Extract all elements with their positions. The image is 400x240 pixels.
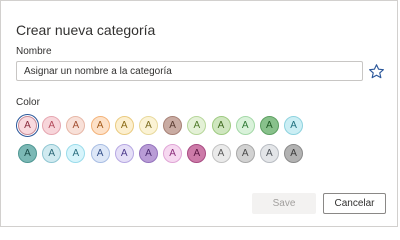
swatch-letter: A [290, 120, 297, 131]
create-category-dialog: Crear nueva categoría Nombre Color A A A A A… [0, 0, 398, 227]
swatch-letter: A [96, 148, 104, 159]
color-swatch[interactable]: A [18, 144, 37, 163]
name-label: Nombre [16, 46, 52, 57]
color-swatch[interactable]: A [259, 144, 279, 163]
swatch-letter: A [266, 120, 273, 131]
save-button[interactable]: Save [252, 193, 316, 214]
swatch-letter: A [217, 120, 225, 131]
dialog-title: Crear nueva categoría [16, 22, 156, 38]
swatch-letter: A [72, 148, 80, 159]
color-swatch[interactable]: A [66, 144, 86, 163]
color-swatch[interactable]: A [187, 116, 207, 135]
swatch-letter: A [24, 120, 31, 131]
color-swatch[interactable]: A [42, 144, 62, 163]
color-swatch[interactable]: A [138, 144, 158, 163]
cancel-button[interactable]: Cancelar [323, 193, 386, 214]
swatch-letter: A [145, 148, 152, 159]
color-swatch[interactable]: A [90, 144, 110, 163]
color-swatch-row-1: AAAAAAAAAAAA [15, 113, 304, 138]
color-swatch[interactable]: A [138, 116, 158, 135]
color-swatch[interactable]: A [284, 116, 304, 135]
color-swatch[interactable]: A [187, 144, 207, 163]
star-outline-icon [368, 63, 384, 78]
color-swatch[interactable]: A [15, 113, 40, 138]
swatch-letter: A [266, 148, 273, 159]
swatch-letter: A [145, 120, 152, 131]
color-swatch[interactable]: A [114, 116, 134, 135]
color-swatch[interactable]: A [163, 144, 183, 163]
swatch-letter: A [241, 120, 249, 131]
favorite-button[interactable] [366, 61, 386, 81]
swatch-letter: A [120, 120, 128, 131]
swatch-letter: A [24, 148, 31, 159]
swatch-letter: A [290, 148, 297, 159]
category-name-input[interactable] [16, 61, 363, 81]
color-swatch[interactable]: A [163, 116, 183, 135]
swatch-letter: A [241, 148, 249, 159]
color-swatch-row-2: AAAAAAAAAAAA [18, 144, 304, 163]
swatch-letter: A [193, 148, 201, 159]
color-swatch[interactable]: A [259, 116, 279, 135]
swatch-letter: A [48, 120, 56, 131]
color-swatch[interactable]: A [90, 116, 110, 135]
swatch-letter: A [217, 148, 225, 159]
color-swatch[interactable]: A [66, 116, 86, 135]
color-swatch[interactable]: A [211, 116, 231, 135]
swatch-letter: A [120, 148, 128, 159]
swatch-letter: A [72, 120, 80, 131]
color-label: Color [16, 97, 40, 108]
swatch-letter: A [169, 148, 176, 159]
color-swatch[interactable]: A [114, 144, 134, 163]
swatch-letter: A [48, 148, 56, 159]
color-swatch[interactable]: A [211, 144, 231, 163]
color-swatch[interactable]: A [284, 144, 304, 163]
swatch-letter: A [96, 120, 104, 131]
color-swatch[interactable]: A [42, 116, 62, 135]
color-swatch[interactable]: A [235, 144, 255, 163]
swatch-letter: A [169, 120, 176, 131]
swatch-letter: A [193, 120, 201, 131]
color-swatch[interactable]: A [235, 116, 255, 135]
